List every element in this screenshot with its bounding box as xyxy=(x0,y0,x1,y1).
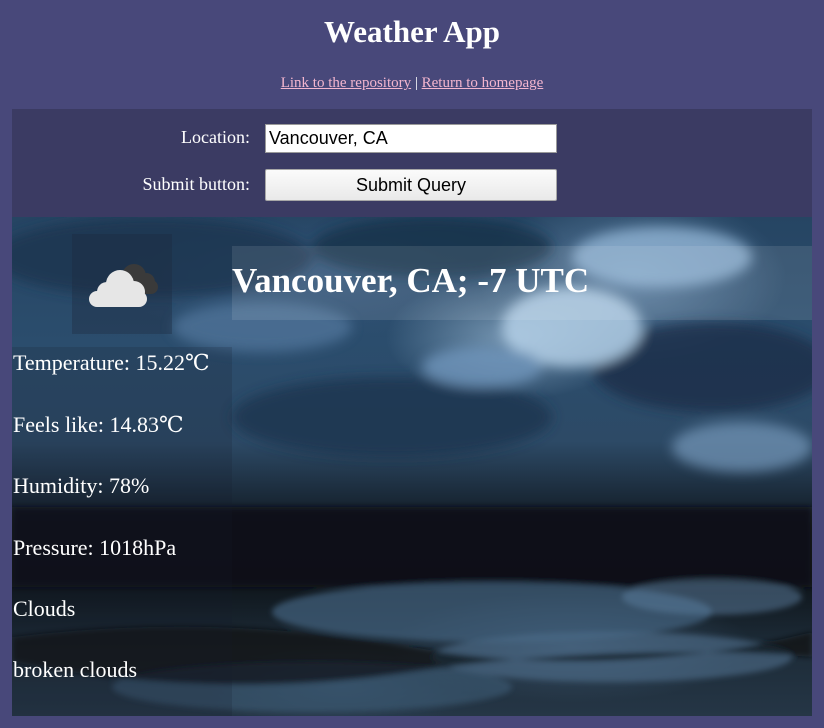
weather-panel: Vancouver, CA; -7 UTC Temperature: 15.22… xyxy=(12,217,812,716)
feels-like-text: Feels like: 14.83℃ xyxy=(13,412,184,437)
submit-query-button[interactable]: Submit Query xyxy=(265,169,557,201)
humidity-text: Humidity: 78% xyxy=(13,473,150,498)
submit-label: Submit button: xyxy=(142,174,250,194)
homepage-link[interactable]: Return to homepage xyxy=(422,75,544,91)
weather-icon-box xyxy=(72,234,172,334)
city-header-bar: Vancouver, CA; -7 UTC xyxy=(232,246,812,320)
condition-text: Clouds xyxy=(13,596,76,621)
pressure-text: Pressure: 1018hPa xyxy=(13,535,177,560)
link-separator: | xyxy=(414,75,418,91)
location-label: Location: xyxy=(181,127,250,147)
app-title: Weather App xyxy=(324,14,500,49)
broken-clouds-icon xyxy=(89,264,158,307)
location-input[interactable] xyxy=(265,124,557,153)
header-links: Link to the repository | Return to homep… xyxy=(0,73,824,93)
city-heading: Vancouver, CA; -7 UTC xyxy=(232,261,590,300)
temperature-text: Temperature: 15.22℃ xyxy=(13,350,210,375)
condition-description: broken clouds xyxy=(13,657,138,682)
search-form: Location: Submit button: Submit Query xyxy=(12,109,812,217)
repository-link[interactable]: Link to the repository xyxy=(281,75,411,91)
